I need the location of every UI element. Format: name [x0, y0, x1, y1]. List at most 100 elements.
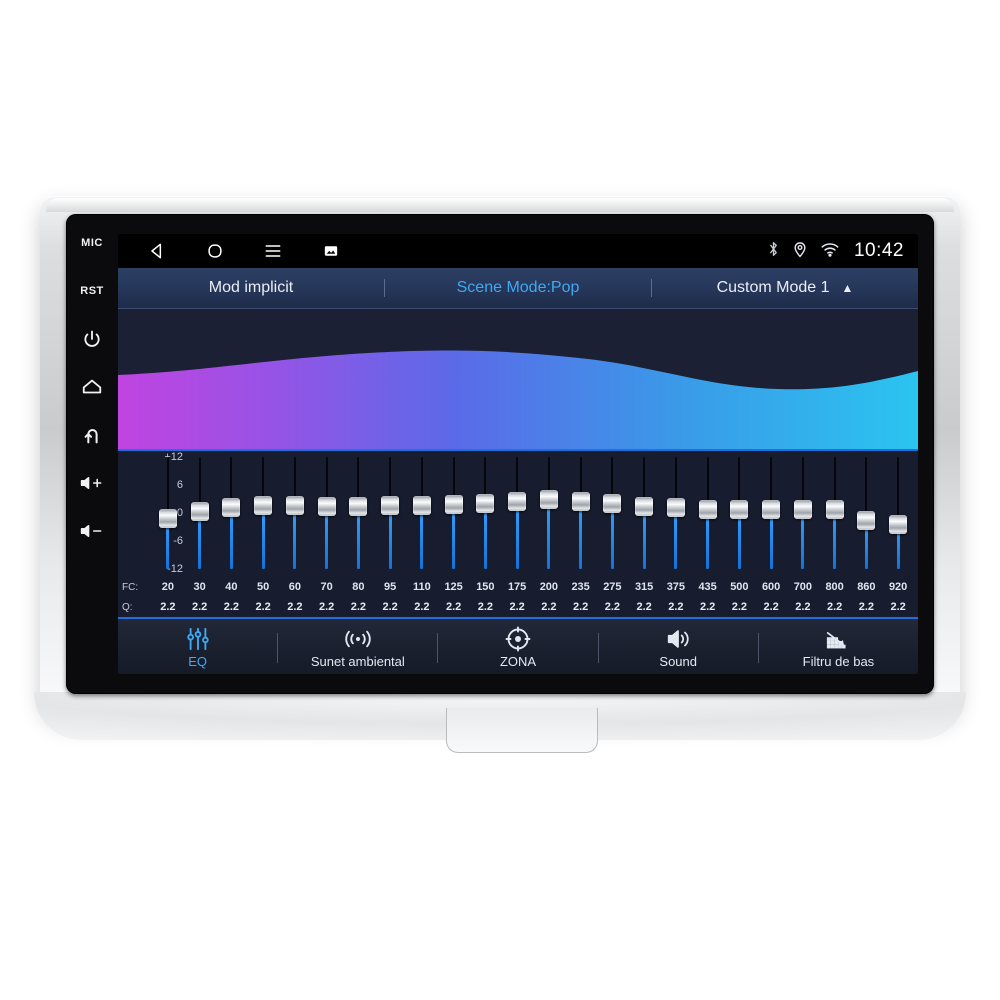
eq-band-175[interactable]	[501, 451, 533, 577]
nav-menu-icon[interactable]	[244, 234, 302, 268]
power-icon[interactable]	[75, 326, 109, 352]
nav-item-filtru-de-bas[interactable]: Filtru de bas	[759, 619, 918, 674]
eq-slider-handle[interactable]	[222, 498, 241, 518]
bottom-tab	[446, 708, 598, 753]
eq-band-700[interactable]	[787, 451, 819, 577]
eq-slider-handle[interactable]	[539, 490, 558, 509]
equalizer-panel: +12 6 0 -6 -12 FC: 20 30 40 50 60 70 80 95 110 125 150…	[118, 449, 918, 617]
back-icon[interactable]	[75, 422, 109, 448]
fc-value: 110	[413, 581, 431, 593]
mic-button[interactable]: MIC	[75, 230, 109, 256]
fc-row-label: FC:	[122, 581, 139, 593]
eq-band-500[interactable]	[724, 451, 756, 577]
bottom-navigation: EQ Sunet ambiental ZONA Sound Filtru de …	[118, 617, 918, 674]
nav-item-eq[interactable]: EQ	[118, 619, 277, 674]
eq-slider-handle[interactable]	[412, 495, 431, 515]
wave-visualizer	[118, 309, 918, 449]
eq-band-30[interactable]	[184, 451, 216, 577]
eq-band-860[interactable]	[851, 451, 883, 577]
touchscreen: 10:42 Mod implicit Scene Mode:Pop Custom…	[118, 234, 918, 674]
eq-band-20[interactable]	[152, 451, 184, 577]
eq-band-40[interactable]	[216, 451, 248, 577]
wave-svg	[118, 350, 918, 449]
nav-home-icon[interactable]	[186, 234, 244, 268]
bass-filter-icon	[824, 627, 852, 651]
q-value: 2.2	[731, 601, 748, 613]
eq-band-600[interactable]	[755, 451, 787, 577]
eq-band-110[interactable]	[406, 451, 438, 577]
eq-slider-handle[interactable]	[762, 500, 781, 520]
eq-slider-handle[interactable]	[730, 500, 749, 520]
eq-slider-handle[interactable]	[571, 491, 590, 511]
eq-slider-handle[interactable]	[698, 500, 717, 520]
eq-band-235[interactable]	[565, 451, 597, 577]
slider-row: +12 6 0 -6 -12	[152, 451, 914, 577]
home-icon[interactable]	[75, 374, 109, 400]
eq-slider-handle[interactable]	[857, 511, 876, 531]
default-mode-button[interactable]: Mod implicit	[118, 279, 384, 297]
eq-band-95[interactable]	[374, 451, 406, 577]
q-value: 2.2	[414, 601, 430, 613]
eq-band-80[interactable]	[343, 451, 375, 577]
eq-slider-handle[interactable]	[793, 500, 812, 520]
q-value: 2.2	[255, 601, 271, 613]
eq-fill	[547, 499, 551, 569]
zone-target-icon	[505, 626, 531, 652]
eq-slider-handle[interactable]	[825, 500, 844, 520]
eq-band-60[interactable]	[279, 451, 311, 577]
eq-band-800[interactable]	[819, 451, 851, 577]
fc-value: 800	[825, 581, 844, 593]
q-value: 2.2	[445, 601, 462, 613]
eq-slider-handle[interactable]	[317, 496, 336, 516]
nav-item-label: EQ	[188, 654, 207, 669]
nav-item-zona[interactable]: ZONA	[438, 619, 597, 674]
location-icon	[793, 240, 807, 263]
eq-slider-handle[interactable]	[444, 494, 463, 514]
eq-band-275[interactable]	[597, 451, 629, 577]
eq-slider-handle[interactable]	[603, 493, 622, 513]
scene-mode-button[interactable]: Scene Mode:Pop	[385, 279, 651, 297]
q-value: 2.2	[477, 601, 494, 613]
q-value: 2.2	[223, 601, 240, 613]
eq-band-125[interactable]	[438, 451, 470, 577]
fc-value: 500	[730, 581, 749, 593]
system-icons	[767, 240, 840, 263]
q-value: 2.2	[160, 601, 176, 613]
nav-screenshot-icon[interactable]	[302, 234, 360, 268]
eq-slider-handle[interactable]	[635, 497, 654, 517]
volume-up-icon[interactable]	[75, 470, 109, 496]
volume-down-icon[interactable]	[75, 518, 109, 544]
nav-item-sound[interactable]: Sound	[599, 619, 758, 674]
eq-slider-handle[interactable]	[349, 496, 368, 516]
chevron-up-icon[interactable]: ▲	[842, 282, 854, 294]
eq-slider-handle[interactable]	[285, 495, 304, 515]
reset-button[interactable]: RST	[75, 278, 109, 304]
eq-band-50[interactable]	[247, 451, 279, 577]
eq-band-920[interactable]	[882, 451, 914, 577]
q-row: Q: 2.2 2.2 2.2 2.2 2.2 2.2 2.2 2.2 2.2 2.2 2.2 2.2 2…	[118, 597, 918, 617]
eq-band-70[interactable]	[311, 451, 343, 577]
eq-slider-handle[interactable]	[476, 493, 495, 513]
custom-mode-button[interactable]: Custom Mode 1 ▲	[652, 279, 918, 297]
q-value: 2.2	[318, 601, 335, 613]
eq-slider-handle[interactable]	[508, 491, 527, 511]
eq-slider-handle[interactable]	[666, 498, 685, 518]
eq-slider-handle[interactable]	[158, 508, 177, 528]
fc-value: 920	[888, 581, 908, 593]
eq-band-150[interactable]	[470, 451, 502, 577]
eq-band-315[interactable]	[628, 451, 660, 577]
fc-value: 435	[698, 581, 717, 593]
eq-slider-handle[interactable]	[190, 502, 209, 522]
eq-band-375[interactable]	[660, 451, 692, 577]
eq-slider-handle[interactable]	[889, 515, 908, 535]
nav-item-sunet-ambiental[interactable]: Sunet ambiental	[278, 619, 437, 674]
eq-slider-handle[interactable]	[254, 495, 273, 515]
fc-value: 200	[539, 581, 559, 593]
nav-back-icon[interactable]	[128, 234, 186, 268]
fc-value: 235	[571, 581, 590, 593]
eq-band-435[interactable]	[692, 451, 724, 577]
fc-value: 70	[320, 581, 333, 593]
eq-band-200[interactable]	[533, 451, 565, 577]
wifi-icon	[820, 241, 840, 262]
eq-slider-handle[interactable]	[381, 495, 400, 515]
